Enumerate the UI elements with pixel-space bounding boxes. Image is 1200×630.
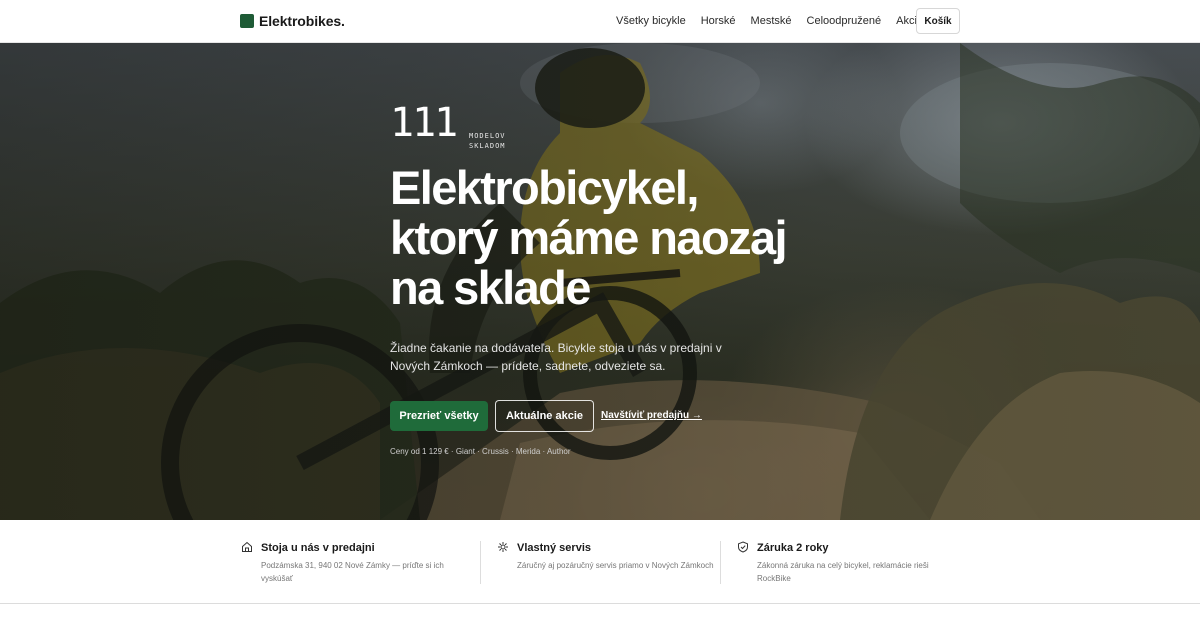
feature-title: Stoja u nás v predajni (261, 542, 375, 554)
headline-line1: Elektrobicykel, (390, 161, 699, 214)
hero-section: 111 MODELOV SKLADOM Elektrobicykel, ktor… (0, 43, 1200, 520)
store-icon (242, 541, 252, 552)
site-header: Elektrobikes. Všetky bicykle Horské Mest… (0, 0, 1200, 43)
nav-all-bikes[interactable]: Všetky bicykle (616, 15, 686, 27)
stock-label-line1: MODELOV (469, 132, 506, 140)
nav-mountain[interactable]: Horské (701, 15, 736, 27)
feature-divider (720, 541, 721, 584)
feature-desc: Záručný aj pozáručný servis priamo v Nov… (517, 561, 714, 570)
logo-mark-icon (240, 14, 254, 28)
nav-city[interactable]: Mestské (751, 15, 792, 27)
stock-label: MODELOV SKLADOM (469, 131, 506, 151)
stock-label-line2: SKLADOM (469, 142, 506, 150)
brand-name: Elektrobikes. (259, 13, 345, 29)
visit-store-link[interactable]: Navštíviť predajňu → (601, 410, 702, 421)
brand-logo[interactable]: Elektrobikes. (240, 13, 345, 29)
current-sales-button[interactable]: Aktuálne akcie (495, 400, 594, 432)
stock-count: 111 (390, 100, 458, 146)
view-all-button[interactable]: Prezrieť všetky (390, 401, 488, 431)
hero-headline: Elektrobicykel, ktorý máme naozaj na skl… (390, 163, 810, 313)
feature-title: Vlastný servis (517, 542, 591, 554)
feature-title: Záruka 2 roky (757, 542, 829, 554)
feature-desc: Zákonná záruka na celý bicykel, reklamác… (757, 561, 929, 583)
feature-desc: Podzámska 31, 940 02 Nové Zámky — príďte… (261, 561, 444, 583)
feature-divider (480, 541, 481, 584)
main-nav: Všetky bicykle Horské Mestské Celoodpruž… (616, 15, 923, 27)
headline-line2: ktorý máme naozaj (390, 211, 788, 264)
nav-full-suspension[interactable]: Celoodpružené (807, 15, 882, 27)
features-strip: Stoja u nás v predajni Podzámska 31, 940… (0, 520, 1200, 604)
shield-icon (738, 541, 748, 553)
headline-line3: na sklade (390, 261, 591, 314)
price-brands-note: Ceny od 1 129 € · Giant · Crussis · Meri… (390, 447, 571, 456)
hero-subtext: Žiadne čakanie na dodávateľa. Bicykle st… (390, 341, 722, 373)
service-gear-icon (498, 542, 508, 552)
cart-button[interactable]: Košík (916, 8, 960, 34)
